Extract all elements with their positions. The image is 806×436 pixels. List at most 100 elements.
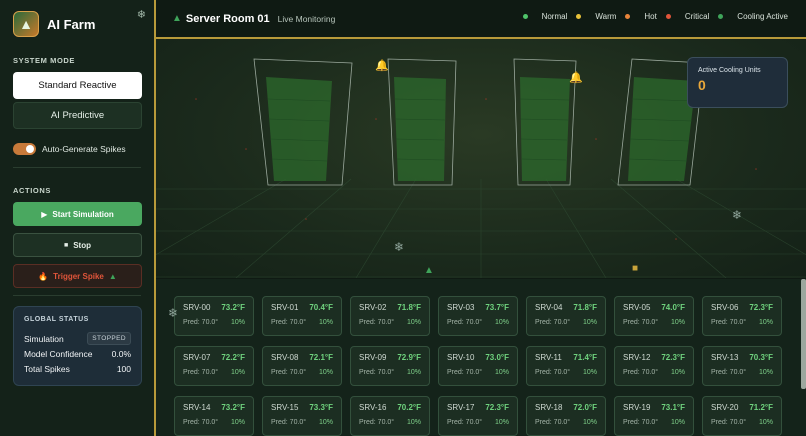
server-card-footer: Pred: 70.0° 10% [447,369,509,376]
server-name: SRV-07 [183,353,211,362]
server-prediction: Pred: 70.0° [535,419,571,426]
server-card-header: SRV-15 73.3°F [271,403,333,412]
server-tree-icon: ▲ [13,11,39,37]
stop-button[interactable]: ■ Stop [13,233,142,257]
server-card[interactable]: SRV-03 73.7°F Pred: 70.0° 10% [438,296,518,336]
snowflake-icon: ❄ [168,306,179,320]
server-prediction: Pred: 70.0° [535,369,571,376]
server-temperature: 74.0°F [661,303,685,312]
critical-dot-icon [665,14,671,19]
server-name: SRV-04 [535,303,563,312]
global-status-title: GLOBAL STATUS [24,316,89,323]
server-card-footer: Pred: 70.0° 10% [623,369,685,376]
server-card-footer: Pred: 70.0° 10% [183,419,245,426]
server-prediction: Pred: 70.0° [535,319,571,326]
start-simulation-button[interactable]: ▶ Start Simulation [13,202,142,226]
server-card-footer: Pred: 70.0° 10% [271,369,333,376]
server-card-header: SRV-00 73.2°F [183,303,245,312]
server-prediction: Pred: 70.0° [447,369,483,376]
mode-ai-predictive-button[interactable]: AI Predictive [13,102,142,129]
active-cooling-value: 0 [698,77,706,93]
trigger-spike-button[interactable]: 🔥 Trigger Spike ▲ [13,264,142,288]
server-card-header: SRV-09 72.9°F [359,353,421,362]
server-card-header: SRV-20 71.2°F [711,403,773,412]
server-card[interactable]: SRV-01 70.4°F Pred: 70.0° 10% [262,296,342,336]
server-card[interactable]: SRV-09 72.9°F Pred: 70.0° 10% [350,346,430,386]
server-room-3d-view[interactable]: 🔔 🔔 ❄ ❄ ▲ ■ Active Cooling Units 0 [156,39,806,278]
server-temperature: 73.2°F [221,303,245,312]
server-card-header: SRV-02 71.8°F [359,303,421,312]
play-icon: ▶ [41,209,48,219]
server-card-header: SRV-16 70.2°F [359,403,421,412]
server-card-header: SRV-13 70.3°F [711,353,773,362]
server-card-footer: Pred: 70.0° 10% [359,419,421,426]
server-card-footer: Pred: 70.0° 10% [271,419,333,426]
server-prediction: Pred: 70.0° [711,319,747,326]
server-card-footer: Pred: 70.0° 10% [183,369,245,376]
server-card[interactable]: SRV-16 70.2°F Pred: 70.0° 10% [350,396,430,436]
server-temperature: 72.2°F [221,353,245,362]
server-card[interactable]: SRV-00 73.2°F Pred: 70.0° 10% [174,296,254,336]
server-name: SRV-18 [535,403,563,412]
normal-dot-icon [522,14,528,19]
server-card-header: SRV-17 72.3°F [447,403,509,412]
server-temperature: 72.3°F [485,403,509,412]
server-card[interactable]: SRV-11 71.4°F Pred: 70.0° 10% [526,346,606,386]
server-temperature: 71.8°F [573,303,597,312]
server-prediction: Pred: 70.0° [359,419,395,426]
main-panel: ▲ Server Room 01 Live Monitoring Normal … [156,0,806,436]
server-load-percent: 10% [582,369,597,376]
server-card[interactable]: SRV-04 71.8°F Pred: 70.0° 10% [526,296,606,336]
simulation-label: Simulation [24,333,64,344]
server-name: SRV-14 [183,403,211,412]
server-temperature: 70.2°F [397,403,421,412]
server-load-percent: 10% [582,419,597,426]
server-card-footer: Pred: 70.0° 10% [271,319,333,326]
server-card[interactable]: SRV-18 72.0°F Pred: 70.0° 10% [526,396,606,436]
server-load-percent: 10% [230,319,245,326]
legend-cooling-label: Cooling Active [737,12,788,21]
server-card[interactable]: SRV-02 71.8°F Pred: 70.0° 10% [350,296,430,336]
server-grid: SRV-00 73.2°F Pred: 70.0° 10% SRV-01 70.4°F Pr… [174,296,806,436]
spikes-label: Total Spikes [24,363,70,374]
server-prediction: Pred: 70.0° [271,369,307,376]
server-prediction: Pred: 70.0° [359,369,395,376]
server-card[interactable]: SRV-08 72.1°F Pred: 70.0° 10% [262,346,342,386]
server-card[interactable]: SRV-14 73.2°F Pred: 70.0° 10% [174,396,254,436]
server-card[interactable]: SRV-13 70.3°F Pred: 70.0° 10% [702,346,782,386]
actions-label: ACTIONS [13,186,51,195]
mode-standard-reactive-button[interactable]: Standard Reactive [13,72,142,99]
tree-icon: ▲ [424,265,434,276]
server-card-header: SRV-01 70.4°F [271,303,333,312]
server-card-footer: Pred: 70.0° 10% [711,369,773,376]
server-temperature: 73.7°F [485,303,509,312]
server-card[interactable]: SRV-20 71.2°F Pred: 70.0° 10% [702,396,782,436]
server-prediction: Pred: 70.0° [271,419,307,426]
scrollbar[interactable] [801,279,806,389]
server-temperature: 73.3°F [309,403,333,412]
server-temperature: 73.1°F [661,403,685,412]
confidence-label: Model Confidence [24,348,93,359]
server-card-footer: Pred: 70.0° 10% [535,319,597,326]
brand: ▲ AI Farm [13,10,141,38]
server-prediction: Pred: 70.0° [623,319,659,326]
legend-hot-label: Hot [644,12,657,21]
server-name: SRV-00 [183,303,211,312]
server-card-header: SRV-03 73.7°F [447,303,509,312]
server-temperature: 73.2°F [221,403,245,412]
server-card[interactable]: SRV-17 72.3°F Pred: 70.0° 10% [438,396,518,436]
server-prediction: Pred: 70.0° [623,419,659,426]
server-rack-3 [513,58,577,186]
server-name: SRV-03 [447,303,475,312]
server-card[interactable]: SRV-05 74.0°F Pred: 70.0° 10% [614,296,694,336]
server-card[interactable]: SRV-07 72.2°F Pred: 70.0° 10% [174,346,254,386]
server-card[interactable]: SRV-19 73.1°F Pred: 70.0° 10% [614,396,694,436]
server-card[interactable]: SRV-10 73.0°F Pred: 70.0° 10% [438,346,518,386]
server-card[interactable]: SRV-15 73.3°F Pred: 70.0° 10% [262,396,342,436]
server-load-percent: 10% [230,419,245,426]
server-card[interactable]: SRV-12 72.3°F Pred: 70.0° 10% [614,346,694,386]
auto-spikes-toggle[interactable] [13,143,36,155]
server-card[interactable]: SRV-06 72.3°F Pred: 70.0° 10% [702,296,782,336]
page-subtitle: Live Monitoring [277,13,336,24]
server-name: SRV-02 [359,303,387,312]
